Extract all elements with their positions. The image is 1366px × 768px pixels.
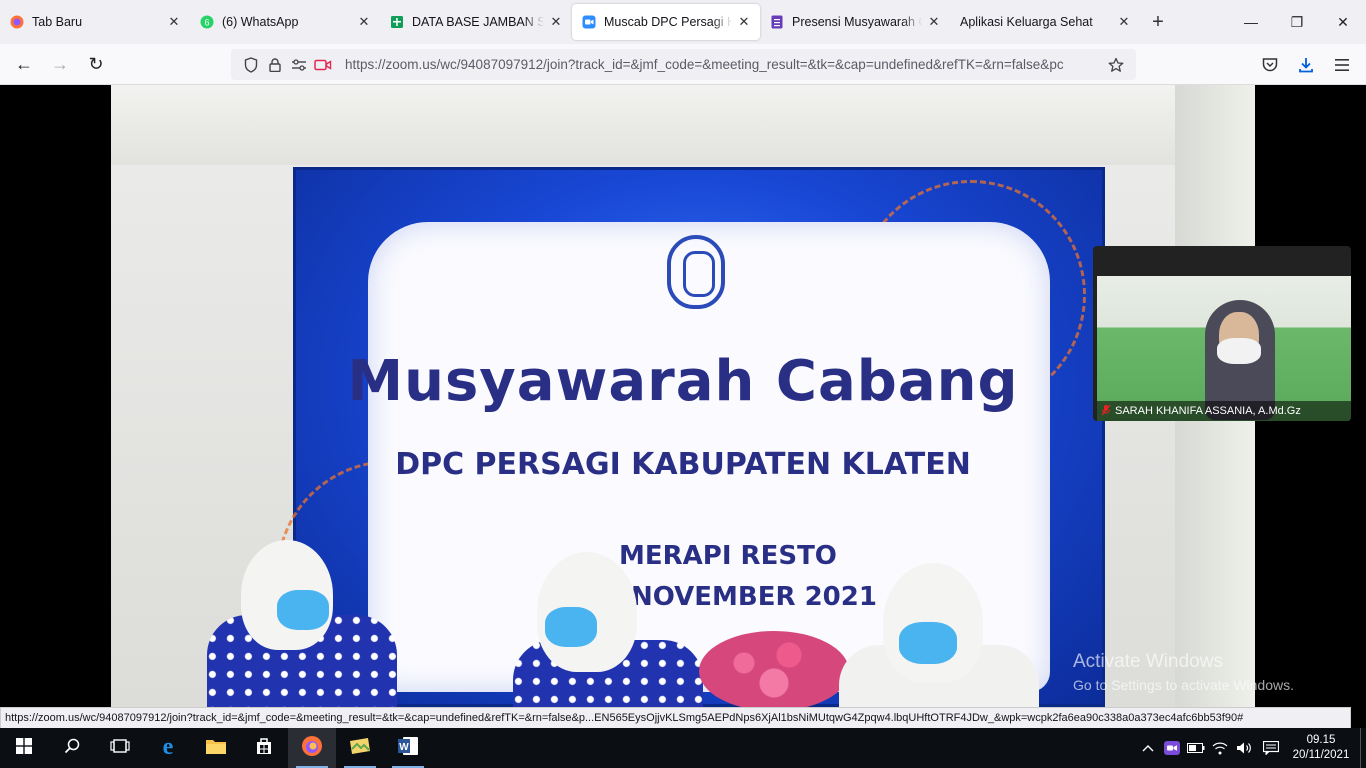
toolbar-right — [1252, 44, 1366, 85]
notification-icon[interactable] — [1256, 728, 1286, 768]
tab-tab-baru[interactable]: Tab Baru ✕ — [0, 0, 190, 44]
photos-icon — [348, 737, 372, 760]
firefox-taskbar-button[interactable] — [288, 728, 336, 768]
system-tray: 09.15 20/11/2021 — [1136, 728, 1366, 768]
close-window-button[interactable]: ✕ — [1320, 0, 1366, 44]
minimize-button[interactable]: — — [1228, 0, 1274, 44]
tab-presensi[interactable]: Presensi Musyawarah Cal ✕ — [760, 0, 950, 44]
task-view-button[interactable] — [96, 728, 144, 768]
search-button[interactable] — [48, 728, 96, 768]
tab-title: (6) WhatsApp — [222, 15, 299, 29]
store-taskbar-button[interactable] — [240, 728, 288, 768]
edge-taskbar-button[interactable]: e — [144, 728, 192, 768]
participant-video — [1097, 276, 1351, 421]
window-controls: — ❐ ✕ — [1228, 0, 1366, 44]
show-desktop-button[interactable] — [1360, 728, 1366, 768]
link-status-overlay: https://zoom.us/wc/94087097912/join?trac… — [0, 707, 1351, 729]
banner-title: Musyawarah Cabang — [347, 349, 1019, 414]
windows-taskbar: e W 09.15 20/11/2021 — [0, 728, 1366, 768]
edge-icon: e — [157, 734, 179, 762]
forward-button[interactable]: → — [42, 48, 78, 80]
url-bar[interactable]: https://zoom.us/wc/94087097912/join?trac… — [231, 49, 1136, 80]
whatsapp-icon: 6 — [200, 15, 214, 29]
tab-strip: Tab Baru ✕ 6 (6) WhatsApp ✕ DATA BASE JA… — [0, 0, 1366, 44]
back-button[interactable]: ← — [6, 48, 42, 80]
search-icon — [64, 738, 80, 759]
tracking-protection-shield-icon[interactable] — [239, 53, 263, 77]
tab-title: Muscab DPC Persagi Klat — [604, 15, 732, 29]
participant-name: SARAH KHANIFA ASSANIA, A.Md.Gz — [1115, 405, 1301, 417]
tab-whatsapp[interactable]: 6 (6) WhatsApp ✕ — [190, 0, 380, 44]
close-icon[interactable]: ✕ — [926, 14, 942, 30]
whatsapp-badge: 6 — [204, 18, 209, 28]
menu-hamburger-icon[interactable] — [1324, 49, 1360, 81]
new-tab-button[interactable]: + — [1140, 0, 1176, 44]
lock-icon[interactable] — [263, 53, 287, 77]
volume-icon[interactable] — [1232, 728, 1256, 768]
task-view-icon — [110, 738, 130, 759]
svg-text:W: W — [399, 742, 409, 753]
battery-icon[interactable] — [1184, 728, 1208, 768]
zoom-tray-icon[interactable] — [1160, 728, 1184, 768]
store-icon — [254, 736, 274, 761]
banner-venue: MERAPI RESTO — [619, 541, 837, 571]
sheets-icon — [390, 15, 404, 29]
zoom-meeting-view: Musyawarah Cabang DPC PERSAGI KABUPATEN … — [0, 85, 1366, 707]
reload-button[interactable]: ↻ — [78, 48, 114, 80]
pocket-icon[interactable] — [1252, 49, 1288, 81]
flower-bouquet — [699, 631, 849, 707]
firefox-icon — [301, 735, 323, 762]
maximize-button[interactable]: ❐ — [1274, 0, 1320, 44]
file-explorer-icon — [205, 737, 227, 760]
mic-muted-icon — [1101, 404, 1111, 419]
close-icon[interactable]: ✕ — [166, 14, 182, 30]
close-icon[interactable]: ✕ — [356, 14, 372, 30]
zoom-icon — [582, 15, 596, 29]
firefox-icon — [10, 15, 24, 29]
start-button[interactable] — [0, 728, 48, 768]
camera-sharing-icon[interactable] — [311, 53, 335, 77]
tab-title: DATA BASE JAMBAN SEH — [412, 15, 544, 29]
tab-title: Aplikasi Keluarga Sehat — [960, 15, 1093, 29]
navigation-toolbar: ← → ↻ https://zoom.us/wc/94087097912/joi… — [0, 44, 1366, 85]
download-icon[interactable] — [1288, 49, 1324, 81]
close-icon[interactable]: ✕ — [1116, 14, 1132, 30]
tab-muscab-zoom[interactable]: Muscab DPC Persagi Klat ✕ — [572, 4, 760, 40]
activate-windows-hint: Go to Settings to activate Windows. — [1073, 677, 1294, 693]
url-text[interactable]: https://zoom.us/wc/94087097912/join?trac… — [345, 57, 1104, 72]
persagi-logo — [667, 235, 725, 309]
tab-aplikasi-keluarga-sehat[interactable]: Aplikasi Keluarga Sehat ✕ — [950, 0, 1140, 44]
start-icon — [16, 737, 32, 759]
file-explorer-taskbar-button[interactable] — [192, 728, 240, 768]
participant-name-label: SARAH KHANIFA ASSANIA, A.Md.Gz — [1097, 401, 1351, 421]
participant-tile[interactable]: SARAH KHANIFA ASSANIA, A.Md.Gz — [1093, 246, 1351, 421]
bookmark-star-icon[interactable] — [1104, 53, 1128, 77]
banner-date: NOVEMBER 2021 — [631, 582, 877, 612]
photos-taskbar-button[interactable] — [336, 728, 384, 768]
activate-windows-title: Activate Windows — [1073, 651, 1223, 672]
word-icon: W — [397, 736, 419, 761]
show-hidden-icons-chevron-icon[interactable] — [1136, 728, 1160, 768]
wifi-icon[interactable] — [1208, 728, 1232, 768]
activate-windows-watermark: Activate Windows Go to Settings to activ… — [1073, 651, 1294, 693]
ceiling — [111, 85, 1255, 165]
banner-subtitle: DPC PERSAGI KABUPATEN KLATEN — [395, 447, 971, 482]
close-icon[interactable]: ✕ — [548, 14, 564, 30]
tab-title: Tab Baru — [32, 15, 83, 29]
tab-title: Presensi Musyawarah Cal — [792, 15, 922, 29]
close-icon[interactable]: ✕ — [736, 14, 752, 30]
clock-date: 20/11/2021 — [1292, 749, 1350, 761]
permissions-icon[interactable] — [287, 53, 311, 77]
active-speaker-video: Musyawarah Cabang DPC PERSAGI KABUPATEN … — [111, 85, 1255, 707]
tab-data-base-jamban[interactable]: DATA BASE JAMBAN SEH ✕ — [380, 0, 572, 44]
taskbar-clock[interactable]: 09.15 20/11/2021 — [1286, 733, 1356, 763]
forms-icon — [770, 15, 784, 29]
word-taskbar-button[interactable]: W — [384, 728, 432, 768]
svg-text:e: e — [163, 735, 174, 757]
clock-time: 09.15 — [1306, 734, 1336, 746]
